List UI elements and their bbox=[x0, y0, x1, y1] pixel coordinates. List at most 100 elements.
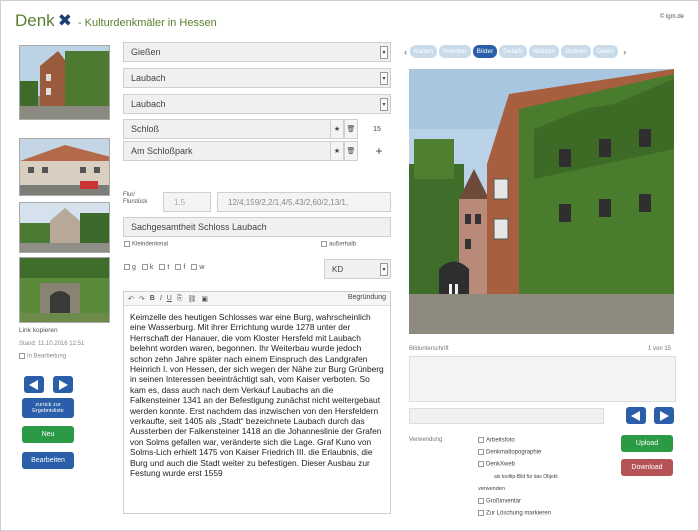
kleindenkmal-checkbox[interactable] bbox=[124, 241, 130, 247]
opt-f-label: f bbox=[183, 264, 186, 271]
bold-icon[interactable]: B bbox=[150, 295, 155, 302]
add-address-plus-icon[interactable]: + bbox=[367, 141, 391, 161]
thumbnail-3[interactable] bbox=[19, 202, 110, 253]
ausserhalb-row[interactable]: außerhalb bbox=[321, 241, 356, 248]
arbeitsfoto-checkbox[interactable] bbox=[478, 437, 484, 443]
editor-toolbar: ↶ ↷ B I U ⎘ ⛓ ▣ Begründung bbox=[124, 292, 390, 306]
ko-select[interactable]: KD ▾ bbox=[324, 259, 391, 279]
opt-w-checkbox[interactable] bbox=[191, 264, 198, 271]
in-progress-checkbox-row[interactable]: In Bearbeitung bbox=[19, 353, 66, 360]
objekt-input[interactable]: Schloß bbox=[123, 119, 331, 139]
opt-t-checkbox[interactable] bbox=[159, 264, 166, 271]
thumbnail-4[interactable] bbox=[19, 257, 110, 323]
caption-textarea[interactable] bbox=[409, 356, 676, 402]
tab-notizen[interactable]: Notizen bbox=[529, 45, 560, 58]
strasse-value: Am Schloßpark bbox=[131, 146, 193, 156]
underline-icon[interactable]: U bbox=[167, 295, 172, 302]
opt-k-checkbox[interactable] bbox=[141, 264, 148, 271]
trash-icon[interactable]: 🗑 bbox=[344, 141, 358, 161]
denkmaltopographie-checkbox[interactable] bbox=[478, 449, 484, 455]
denkmaltopographie-label: Denkmaltopographie bbox=[486, 449, 542, 456]
undo-icon[interactable]: ↶ bbox=[128, 295, 134, 303]
arbeitsfoto-row[interactable]: Arbeitsfoto bbox=[478, 437, 515, 444]
tab-daten[interactable]: Daten bbox=[592, 45, 619, 58]
main-photo[interactable] bbox=[409, 69, 674, 334]
arrow-right-icon bbox=[59, 379, 68, 390]
loeschung-row[interactable]: Zur Löschung markieren bbox=[478, 510, 551, 517]
strasse-input[interactable]: Am Schloßpark bbox=[123, 141, 331, 161]
gemeinde-value: Laubach bbox=[131, 73, 166, 83]
star-icon[interactable]: ★ bbox=[330, 141, 344, 161]
opt-g-checkbox[interactable] bbox=[124, 264, 130, 271]
prev-photo-button[interactable] bbox=[626, 407, 646, 424]
flurstueck-input[interactable]: 12/4,159/2,2/1,4/5,43/2,60/2,13/1, bbox=[217, 192, 391, 212]
begruendung-text[interactable]: Keimzelle des heutigen Schlosses war ein… bbox=[124, 306, 390, 511]
tab-next-chevron-icon[interactable]: › bbox=[620, 47, 629, 57]
trash-icon[interactable]: 🗑 bbox=[344, 119, 358, 139]
grossinventar-checkbox[interactable] bbox=[478, 498, 484, 504]
gesamtheit-value: Sachgesamtheit Schloss Laubach bbox=[131, 222, 267, 232]
thumbnail-1[interactable] bbox=[19, 45, 110, 120]
arrow-right-icon bbox=[660, 410, 669, 421]
in-progress-label: In Bearbeitung bbox=[27, 353, 67, 360]
edit-button[interactable]: Bearbeiten bbox=[22, 452, 74, 469]
denkxweb-checkbox[interactable] bbox=[478, 461, 484, 467]
tab-prev-chevron-icon[interactable]: ‹ bbox=[401, 47, 410, 57]
ausserhalb-label: außerhalb bbox=[329, 241, 357, 248]
denkxweb-row[interactable]: DenkXweb bbox=[478, 461, 515, 468]
grossinventar-row[interactable]: Großinventar bbox=[478, 498, 521, 505]
next-photo-button[interactable] bbox=[654, 407, 674, 424]
opt-f-checkbox[interactable] bbox=[175, 264, 182, 271]
denkxweb-label: DenkXweb bbox=[486, 461, 516, 468]
opt-k-row[interactable]: k bbox=[141, 264, 154, 271]
chevron-down-icon: ▾ bbox=[380, 98, 388, 111]
ausserhalb-checkbox[interactable] bbox=[321, 241, 327, 247]
tooltip-note: als tooltip-Bild für das Objekt bbox=[494, 474, 558, 480]
tab-bilder[interactable]: Bilder bbox=[472, 45, 498, 58]
caption-label: Bildunterschrift bbox=[409, 346, 449, 352]
kreis-value: Gießen bbox=[131, 47, 161, 57]
italic-icon[interactable]: I bbox=[160, 295, 162, 302]
tab-ordnen[interactable]: Ordnen bbox=[561, 45, 591, 58]
kreis-select[interactable]: Gießen ▾ bbox=[123, 42, 391, 62]
tab-karten[interactable]: Karten bbox=[410, 45, 438, 58]
objekt-value: Schloß bbox=[131, 124, 160, 134]
thumbnail-2[interactable] bbox=[19, 138, 110, 196]
house-number[interactable]: 15 bbox=[363, 119, 391, 139]
gemeinde-select[interactable]: Laubach ▾ bbox=[123, 68, 391, 88]
chevron-down-icon: ▾ bbox=[380, 46, 388, 59]
opt-k-label: k bbox=[149, 264, 154, 271]
in-progress-checkbox[interactable] bbox=[19, 353, 25, 359]
photo-counter: 1 von 15 bbox=[648, 346, 672, 352]
paste-icon[interactable]: ⎘ bbox=[177, 295, 183, 303]
prev-record-button[interactable] bbox=[24, 376, 44, 393]
verwendung-label: Verwendung bbox=[409, 437, 443, 443]
link-copy[interactable]: Link kopieren bbox=[19, 327, 58, 334]
opt-t-row[interactable]: t bbox=[159, 264, 169, 271]
link-icon[interactable]: ⛓ bbox=[187, 295, 196, 303]
photo-extra-input[interactable] bbox=[409, 408, 604, 424]
new-button[interactable]: Neu bbox=[22, 426, 74, 443]
denkmaltopographie-row[interactable]: Denkmaltopographie bbox=[478, 449, 541, 456]
next-record-button[interactable] bbox=[53, 376, 73, 393]
back-to-results-button[interactable]: zurück zur Ergebnisliste bbox=[22, 398, 74, 418]
upload-button[interactable]: Upload bbox=[621, 435, 673, 452]
loeschung-checkbox[interactable] bbox=[478, 510, 484, 516]
arrow-left-icon bbox=[631, 410, 640, 421]
gesamtheit-input[interactable]: Sachgesamtheit Schloss Laubach bbox=[123, 217, 391, 237]
download-button[interactable]: Download bbox=[621, 459, 673, 476]
begruendung-editor[interactable]: ↶ ↷ B I U ⎘ ⛓ ▣ Begründung Keimzelle des… bbox=[123, 291, 391, 514]
opt-f-row[interactable]: f bbox=[175, 264, 185, 271]
image-icon[interactable]: ▣ bbox=[201, 295, 208, 303]
star-icon[interactable]: ★ bbox=[330, 119, 344, 139]
tab-inventar[interactable]: Inventar bbox=[439, 45, 471, 58]
redo-icon[interactable]: ↷ bbox=[139, 295, 145, 303]
tab-details[interactable]: Details bbox=[499, 45, 528, 58]
flur-input[interactable]: 1,5 bbox=[163, 192, 211, 212]
ortsteil-select[interactable]: Laubach ▾ bbox=[123, 94, 391, 114]
grossinventar-label: Großinventar bbox=[486, 498, 522, 505]
kleindenkmal-row[interactable]: Kleindenkmal bbox=[124, 241, 168, 248]
opt-w-row[interactable]: w bbox=[191, 264, 204, 271]
app-subtitle: - Kulturdenkmäler in Hessen bbox=[77, 17, 217, 29]
opt-g-row[interactable]: g bbox=[124, 264, 136, 271]
